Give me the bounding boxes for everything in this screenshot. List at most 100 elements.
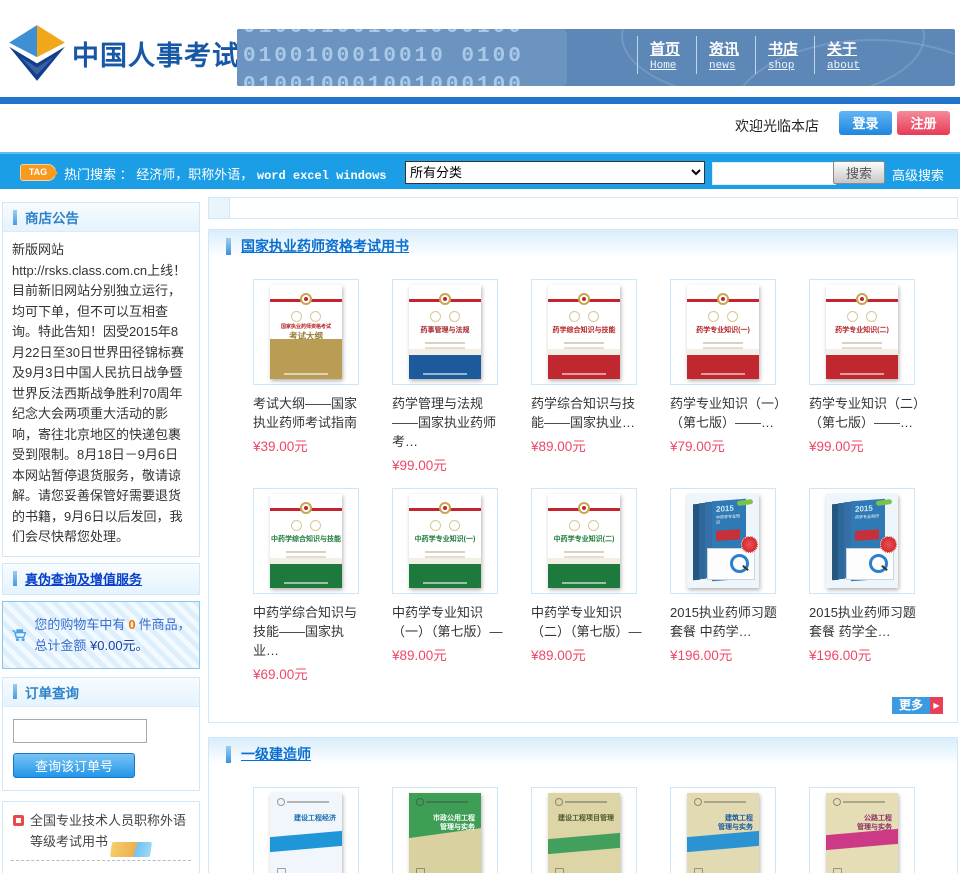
main-nav: 首页 Home 资讯 news 书店 shop 关于 about	[637, 36, 876, 74]
tag-icon: TAG	[20, 164, 58, 181]
hot-search-terms-cn[interactable]: 经济师，职称外语，	[136, 167, 253, 182]
book-grid: 建设工程经济 2015年一级建造师 市政公用工程 管理与实务 2015年一级建造…	[209, 770, 957, 873]
book-cell: 药学专业知识(一) 药学专业知识（一）（第七版）——… ¥79.00元	[670, 279, 781, 474]
book-title-link[interactable]: 药学管理与法规——国家执业药师考…	[392, 394, 504, 451]
category-group-link[interactable]: 职称英语	[11, 867, 191, 873]
header-banner: 010001001001000100 0100100010010 0100 01…	[237, 29, 955, 86]
divider	[11, 859, 191, 861]
book-cover[interactable]: 建筑工程 管理与实务	[670, 787, 776, 873]
book-cover[interactable]: 2015 中药学专业知识	[670, 488, 776, 594]
book-cell: 建设工程项目管理 2015年一级建造师	[531, 787, 637, 873]
book-cell: 中药学专业知识(一) 中药学专业知识（一）（第七版）— ¥89.00元	[392, 488, 503, 683]
search-input[interactable]	[712, 162, 836, 185]
book-cell: 市政公用工程 管理与实务 2015年一级建造师	[392, 787, 498, 873]
main-column: 国家执业药师资格考试用书 国家执业药师资格考试 考试大纲 考试大纲——国家执业药师…	[208, 197, 958, 873]
cart-box[interactable]: 您的购物车中有 0 件商品，总计金额 ¥0.00元。	[2, 600, 200, 669]
book-title-link[interactable]: 中药学专业知识（二）（第七版）—	[531, 603, 643, 641]
book-cover[interactable]: 市政公用工程 管理与实务	[392, 787, 498, 873]
section-header: 一级建造师	[209, 738, 957, 770]
verify-services-link[interactable]: 真伪查询及增值服务	[25, 569, 142, 588]
header-bar-icon	[13, 571, 17, 586]
welcome-text: 欢迎光临本店	[735, 118, 819, 134]
nav-shop[interactable]: 书店 shop	[755, 36, 814, 74]
nav-news[interactable]: 资讯 news	[696, 36, 755, 74]
book-cover-art: 药事管理与法规	[409, 285, 481, 379]
book-grid: 国家执业药师资格考试 考试大纲 考试大纲——国家执业药师考试指南 ¥39.00元 …	[209, 262, 957, 697]
book-cover-art: 国家执业药师资格考试 考试大纲	[270, 285, 342, 379]
header-bar-icon	[226, 745, 231, 763]
book-cover[interactable]: 药事管理与法规	[392, 279, 498, 385]
category-title-link[interactable]: 全国专业技术人员职称外语等级考试用书	[11, 810, 191, 852]
book-title-link[interactable]: 2015执业药师习题套餐 中药学…	[670, 603, 782, 641]
book-cover[interactable]: 药学综合知识与技能	[531, 279, 637, 385]
notice-header: 商店公告	[3, 203, 199, 232]
search-button[interactable]: 搜索	[833, 161, 885, 184]
verify-box: 真伪查询及增值服务	[2, 562, 200, 595]
book-title-link[interactable]: 中药学专业知识（一）（第七版）—	[392, 603, 504, 641]
book-title-link[interactable]: 2015执业药师习题套餐 药学全…	[809, 603, 921, 641]
book-cell: 药事管理与法规 药学管理与法规——国家执业药师考… ¥99.00元	[392, 279, 498, 474]
book-cover[interactable]: 中药学综合知识与技能	[253, 488, 359, 594]
binary-row: 010001001001000100	[243, 29, 524, 39]
book-cover-art: 中药学专业知识(二)	[548, 494, 620, 588]
category-bullet-icon	[13, 814, 24, 826]
book-cover[interactable]: 公路工程 管理与实务	[809, 787, 915, 873]
book-cover-art: 公路工程 管理与实务	[826, 793, 898, 873]
more-label: 更多	[891, 697, 930, 714]
book-cell: 建设工程经济 2015年一级建造师	[253, 787, 359, 873]
book-cell: 建筑工程 管理与实务 2015年一级建造师	[670, 787, 776, 873]
login-button[interactable]: 登录	[839, 111, 892, 135]
book-title-link[interactable]: 中药学综合知识与技能——国家执业…	[253, 603, 365, 660]
book-price: ¥99.00元	[392, 458, 447, 473]
nav-about[interactable]: 关于 about	[814, 36, 876, 74]
order-number-input[interactable]	[13, 718, 147, 743]
book-price: ¥79.00元	[670, 439, 725, 454]
binary-row: 010010001001000100	[243, 74, 524, 86]
book-cover[interactable]: 中药学专业知识(一)	[392, 488, 498, 594]
book-cell: 2015 药学专业知识 2015执业药师习题套餐 药学全… ¥196.00元	[809, 488, 916, 683]
book-cover[interactable]: 2015 药学专业知识	[809, 488, 915, 594]
nav-home[interactable]: 首页 Home	[637, 36, 696, 74]
book-title-link[interactable]: 药学专业知识（二）（第七版）——…	[809, 394, 921, 432]
book-cover-art: 建筑工程 管理与实务	[687, 793, 759, 873]
hot-search-terms-en[interactable]: word excel windows	[257, 169, 387, 183]
book-cover[interactable]: 建设工程项目管理	[531, 787, 637, 873]
book-cover[interactable]: 国家执业药师资格考试 考试大纲	[253, 279, 359, 385]
book-cover-art: 中药学综合知识与技能	[270, 494, 342, 588]
book-cell: 2015 中药学专业知识 2015执业药师习题套餐 中药学… ¥196.00元	[670, 488, 777, 683]
more-button[interactable]: 更多 ▶	[891, 697, 943, 714]
book-cover-art: 药学专业知识(一)	[687, 285, 759, 379]
book-cover[interactable]: 药学专业知识(二)	[809, 279, 915, 385]
book-cover-art: 2015 中药学专业知识	[687, 494, 759, 588]
section-title[interactable]: 国家执业药师资格考试用书	[241, 236, 409, 256]
header-divider-bar	[0, 97, 960, 104]
notice-title: 商店公告	[25, 211, 79, 226]
main-topbar	[208, 197, 958, 219]
book-cell: 国家执业药师资格考试 考试大纲 考试大纲——国家执业药师考试指南 ¥39.00元	[253, 279, 359, 474]
register-button[interactable]: 注册	[897, 111, 950, 135]
book-title-link[interactable]: 考试大纲——国家执业药师考试指南	[253, 394, 365, 432]
search-bar: TAG 热门搜索 ： 经济师，职称外语， word excel windows …	[0, 152, 960, 189]
order-query-header: 订单查询	[3, 677, 199, 707]
book-price: ¥89.00元	[531, 439, 586, 454]
binary-row: 0100100010010 0100	[243, 45, 524, 68]
category-select[interactable]: 所有分类	[405, 161, 705, 184]
book-cell: 公路工程 管理与实务 2015年一级建造师	[809, 787, 915, 873]
book-title-link[interactable]: 药学专业知识（一）（第七版）——…	[670, 394, 782, 432]
book-cover[interactable]: 药学专业知识(一)	[670, 279, 776, 385]
book-cover-art: 中药学专业知识(一)	[409, 494, 481, 588]
book-price: ¥89.00元	[531, 648, 586, 663]
cart-summary: 您的购物车中有 0 件商品，总计金额 ¥0.00元。	[34, 616, 191, 653]
section-title[interactable]: 一级建造师	[241, 744, 311, 764]
topbar-icon-placeholder	[209, 198, 230, 218]
more-row: 更多 ▶	[209, 697, 957, 722]
hot-search-text: 热门搜索 ： 经济师，职称外语， word excel windows	[64, 164, 387, 183]
header-bar-icon	[226, 237, 231, 255]
sections-host: 国家执业药师资格考试用书 国家执业药师资格考试 考试大纲 考试大纲——国家执业药师…	[208, 229, 958, 873]
advanced-search-link[interactable]: 高级搜索	[892, 165, 944, 184]
order-query-button[interactable]: 查询该订单号	[13, 752, 135, 778]
book-cover[interactable]: 中药学专业知识(二)	[531, 488, 637, 594]
book-title-link[interactable]: 药学综合知识与技能——国家执业…	[531, 394, 643, 432]
book-cover[interactable]: 建设工程经济	[253, 787, 359, 873]
cart-amount: ¥0.00元。	[90, 637, 149, 653]
